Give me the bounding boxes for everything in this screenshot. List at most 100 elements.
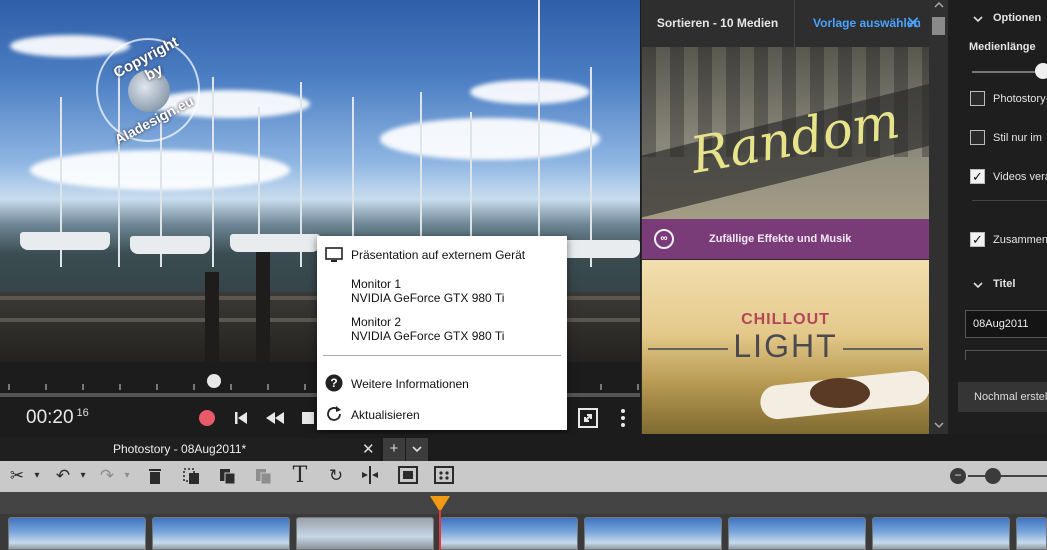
scrub-tick [193, 384, 195, 390]
timeline-ruler[interactable] [0, 492, 1047, 514]
film-icon[interactable] [396, 465, 420, 487]
undo-icon[interactable]: ↶ [52, 465, 74, 487]
template-panel: Sortieren - 10 Medien Vorlage auswählen … [641, 0, 948, 434]
title-section-header[interactable]: Titel [993, 278, 1015, 290]
checkbox-photostory-label: Photostory- [993, 93, 1047, 105]
clip-thumbnail[interactable] [296, 517, 434, 550]
media-length-handle[interactable] [1035, 63, 1047, 79]
checkbox-videos-label: Videos vera [993, 171, 1047, 183]
template-caption-random[interactable]: ∞ Zufällige Effekte und Musik [642, 219, 929, 259]
checkbox-style-only-label: Stil nur im [993, 132, 1042, 144]
template-card-subtitle: CHILLOUT [741, 311, 830, 328]
regenerate-button[interactable]: Nochmal erstel [958, 382, 1047, 412]
menu-item-monitor-2[interactable]: Monitor 2 NVIDIA GeForce GTX 980 Ti [317, 314, 567, 346]
chevron-down-icon[interactable]: ▾ [30, 465, 44, 487]
timecode-main: 00:20 [26, 407, 74, 428]
tab-list-button[interactable] [406, 438, 428, 461]
sort-media-button[interactable]: Sortieren - 10 Medien [641, 0, 795, 47]
woman-hair [810, 378, 870, 408]
cloud [380, 118, 600, 160]
subtitle-input[interactable] [965, 350, 1047, 360]
clip-thumbnail[interactable] [152, 517, 290, 550]
chevron-down-icon[interactable]: ▾ [76, 465, 90, 487]
delete-icon[interactable] [144, 465, 166, 487]
more-vertical-icon [621, 409, 625, 427]
scrub-tick [82, 384, 84, 390]
copy-icon[interactable] [216, 465, 238, 487]
new-tab-button[interactable]: + [383, 438, 405, 461]
more-info-label: Weitere Informationen [351, 377, 469, 391]
checkbox-photostory[interactable] [970, 91, 985, 106]
chevron-down-icon[interactable] [972, 14, 984, 24]
options-header[interactable]: Optionen [993, 12, 1041, 24]
cloud [470, 80, 590, 104]
monitor-2-name: Monitor 2 [351, 315, 402, 329]
close-icon[interactable]: ✕ [903, 13, 923, 33]
clip-thumbnail[interactable] [440, 517, 578, 550]
monitor-1-gpu: NVIDIA GeForce GTX 980 Ti [351, 291, 505, 305]
split-icon[interactable] [358, 465, 382, 487]
trash-icon [149, 469, 161, 484]
clip-thumbnail[interactable] [728, 517, 866, 550]
skip-back-button[interactable] [229, 406, 253, 430]
clip-thumbnail[interactable] [584, 517, 722, 550]
timeline-toolbar: ✂ ▾ ↶ ▾ ↷ ▾ T ↻ − [0, 461, 1047, 492]
record-button[interactable] [199, 410, 215, 426]
clip-thumbnail[interactable] [1016, 517, 1047, 550]
menu-item-more-info[interactable]: ? Weitere Informationen [317, 373, 567, 395]
template-scrollbar[interactable] [929, 0, 948, 434]
text-icon[interactable]: T [288, 465, 312, 487]
monitor-1-name: Monitor 1 [351, 277, 402, 291]
dots-grid-icon[interactable] [432, 465, 456, 487]
menu-item-monitor-1[interactable]: Monitor 1 NVIDIA GeForce GTX 980 Ti [317, 276, 567, 308]
external-device-menu: Präsentation auf externem Gerät Monitor … [317, 236, 567, 430]
redo-icon[interactable]: ↷ [96, 465, 118, 487]
paste-icon[interactable] [252, 465, 274, 487]
scrollbar-thumb[interactable] [932, 17, 945, 35]
zoom-out-icon[interactable]: − [950, 468, 966, 484]
scrub-handle[interactable] [207, 374, 221, 388]
cut-icon[interactable] [180, 465, 202, 487]
split-clip-icon [362, 466, 378, 484]
menu-item-refresh[interactable]: Aktualisieren [317, 404, 567, 426]
close-tab-icon[interactable]: ✕ [362, 438, 375, 461]
rewind-icon [266, 412, 284, 424]
scissors-icon[interactable]: ✂ [6, 465, 28, 487]
template-card-random[interactable]: Random [642, 47, 929, 219]
mast [538, 0, 540, 267]
scrub-tick [637, 384, 639, 390]
scroll-down-icon[interactable] [933, 420, 945, 430]
skip-back-icon [235, 412, 247, 424]
checkbox-style-only[interactable] [970, 130, 985, 145]
copy-pages-icon [220, 469, 236, 485]
checkbox-summary[interactable]: ✓ [970, 232, 985, 247]
fullscreen-icon [578, 408, 598, 428]
zoom-handle[interactable] [985, 468, 1001, 484]
clip-thumbnail[interactable] [8, 517, 146, 550]
chevron-down-icon[interactable]: ▾ [120, 465, 134, 487]
refresh-label: Aktualisieren [351, 408, 420, 422]
boat [230, 234, 320, 252]
clip-thumbnail[interactable] [872, 517, 1010, 550]
more-menu-button[interactable] [611, 406, 635, 430]
template-card-chillout[interactable]: CHILLOUT LIGHT [642, 260, 929, 434]
refresh-icon [327, 406, 341, 421]
monitor-icon [325, 247, 343, 262]
help-icon: ? [325, 374, 343, 392]
scrub-tick [8, 384, 10, 390]
menu-divider [323, 355, 561, 356]
rewind-button[interactable] [263, 406, 287, 430]
scroll-up-icon[interactable] [933, 0, 945, 10]
tab-photostory[interactable]: Photostory - 08Aug2011* ✕ [0, 438, 380, 461]
menu-header-external-device: Präsentation auf externem Gerät [317, 244, 567, 266]
timecode: 00:20 16 [26, 407, 89, 429]
fullscreen-button[interactable] [576, 406, 600, 430]
title-input[interactable]: 08Aug2011 [965, 310, 1047, 338]
chevron-down-icon[interactable] [972, 280, 984, 290]
pier-post [256, 252, 270, 362]
watermark-logo: Copyright by Aladesign.eu [96, 33, 200, 148]
checkbox-videos[interactable]: ✓ [970, 169, 985, 184]
media-length-label: Medienlänge [969, 41, 1036, 53]
rotate-icon[interactable]: ↻ [324, 465, 348, 487]
zoom-slider[interactable] [968, 475, 1047, 477]
